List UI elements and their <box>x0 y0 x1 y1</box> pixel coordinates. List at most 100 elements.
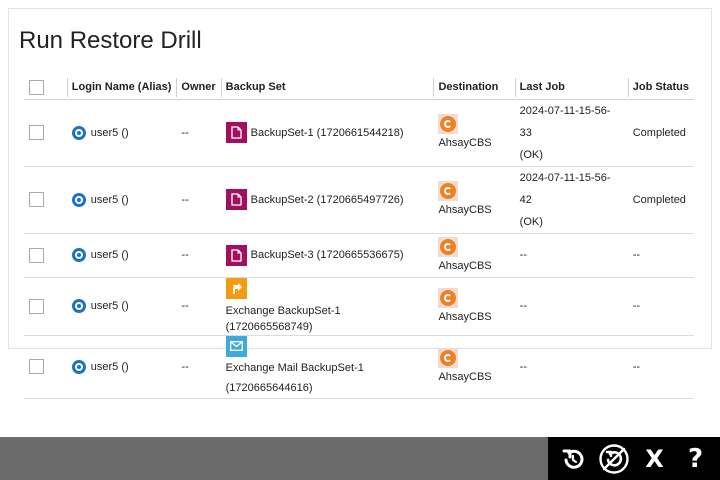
backup-set-cell: Exchange Mail BackupSet-1 (1720665644616… <box>220 335 434 399</box>
row-checkbox[interactable] <box>29 359 44 375</box>
login-name: user5 () <box>90 126 129 139</box>
job-status-cell: Completed <box>627 166 694 234</box>
table-row[interactable]: user5 () -- Exchange BackupSet-1 (172066… <box>24 277 694 336</box>
login-name: user5 () <box>90 300 129 312</box>
row-checkbox[interactable] <box>29 192 44 208</box>
user-icon <box>71 248 86 262</box>
row-checkbox[interactable] <box>29 125 44 141</box>
login-cell: user5 () <box>66 99 177 167</box>
destination-name: AhsayCBS <box>438 310 492 323</box>
row-checkbox[interactable] <box>29 247 44 263</box>
restore-button[interactable] <box>555 441 591 477</box>
backup-set-cell: BackupSet-1 (1720661544218) <box>220 99 434 167</box>
backup-set-cell: Exchange BackupSet-1 (1720665568749) <box>220 277 434 336</box>
restore-icon <box>562 449 583 469</box>
last-job-time: -- <box>519 249 527 261</box>
login-cell: user5 () <box>66 233 177 278</box>
last-job-cell: -- <box>514 277 628 336</box>
ahsaycbs-destination-icon <box>438 287 459 308</box>
close-button[interactable]: X <box>637 441 673 477</box>
last-job-result: (OK) <box>519 148 543 161</box>
last-job-cell: -- <box>514 335 628 399</box>
row-select-cell <box>24 335 67 399</box>
destination-cell: AhsayCBS <box>433 233 515 278</box>
header-backup-set[interactable]: Backup Set <box>220 76 434 100</box>
ahsaycbs-destination-icon <box>438 181 459 201</box>
page-title: Run Restore Drill <box>19 27 202 54</box>
user-icon <box>71 125 86 140</box>
backup-set-name: BackupSet-3 (1720665536675) <box>250 249 404 261</box>
restore-drill-icon <box>598 443 629 474</box>
user-icon <box>71 359 86 374</box>
owner-cell: -- <box>176 277 221 336</box>
destination-name: AhsayCBS <box>438 259 492 272</box>
header-last-job[interactable]: Last Job <box>514 76 628 100</box>
row-select-cell <box>24 277 67 336</box>
backup-set-name: Exchange BackupSet-1 (1720665568749) <box>225 304 341 333</box>
exchange-backup-icon <box>225 277 247 299</box>
row-select-cell <box>24 99 67 167</box>
login-cell: user5 () <box>66 335 177 399</box>
user-icon <box>71 299 86 313</box>
backup-set-cell: BackupSet-3 (1720665536675) <box>220 233 434 278</box>
destination-cell: AhsayCBS <box>433 99 515 167</box>
header-destination[interactable]: Destination <box>433 76 515 100</box>
file-backup-icon <box>225 189 247 210</box>
destination-name: AhsayCBS <box>438 137 492 149</box>
help-icon: ? <box>687 443 704 474</box>
header-owner[interactable]: Owner <box>176 76 221 100</box>
backup-set-table: Login Name (Alias) Owner Backup Set Dest… <box>24 76 694 399</box>
backup-set-cell: BackupSet-2 (1720665497726) <box>220 166 434 234</box>
destination-name: AhsayCBS <box>438 204 492 216</box>
login-cell: user5 () <box>66 166 177 234</box>
destination-name: AhsayCBS <box>438 371 492 384</box>
last-job-cell: 2024-07-11-15-56-33 (OK) <box>514 99 628 167</box>
user-icon <box>71 192 86 207</box>
last-job-time: 2024-07-11-15-56-33 <box>519 104 611 139</box>
row-select-cell <box>24 166 67 234</box>
table-header-row: Login Name (Alias) Owner Backup Set Dest… <box>24 76 694 100</box>
header-select-all <box>24 76 67 100</box>
job-status-cell: -- <box>627 233 694 278</box>
mail-backup-icon <box>225 335 247 357</box>
destination-cell: AhsayCBS <box>433 166 515 234</box>
help-button[interactable]: ? <box>678 441 714 477</box>
backup-set-name: BackupSet-2 (1720665497726) <box>250 193 404 206</box>
destination-cell: AhsayCBS <box>433 277 515 336</box>
table-row[interactable]: user5 () -- BackupSet-1 (1720661544218) … <box>24 99 694 167</box>
job-status-cell: -- <box>627 335 694 399</box>
job-status-cell: -- <box>627 277 694 336</box>
last-job-time: 2024-07-11-15-56-42 <box>519 171 611 206</box>
owner-cell: -- <box>176 99 221 167</box>
header-login-name[interactable]: Login Name (Alias) <box>66 76 177 100</box>
table-row[interactable]: user5 () -- BackupSet-3 (1720665536675) … <box>24 233 694 278</box>
last-job-time: -- <box>519 360 527 373</box>
last-job-time: -- <box>519 300 527 312</box>
file-backup-icon <box>225 122 247 143</box>
login-name: user5 () <box>90 193 129 206</box>
login-cell: user5 () <box>66 277 177 336</box>
destination-cell: AhsayCBS <box>433 335 515 399</box>
owner-cell: -- <box>176 233 221 278</box>
owner-cell: -- <box>176 335 221 399</box>
last-job-cell: -- <box>514 233 628 278</box>
owner-cell: -- <box>176 166 221 234</box>
close-icon: X <box>645 444 664 473</box>
ahsaycbs-destination-icon <box>438 114 459 134</box>
last-job-cell: 2024-07-11-15-56-42 (OK) <box>514 166 628 234</box>
select-all-checkbox[interactable] <box>29 79 44 95</box>
ahsaycbs-destination-icon <box>438 348 459 369</box>
action-toolbar: X ? <box>548 437 720 480</box>
run-restore-drill-button[interactable] <box>596 441 632 477</box>
login-name: user5 () <box>90 360 129 373</box>
header-job-status[interactable]: Job Status <box>627 76 694 100</box>
table-row[interactable]: user5 () -- Exchange Mail BackupSet-1 (1… <box>24 335 694 399</box>
job-status-cell: Completed <box>627 99 694 167</box>
backup-set-name-line1: Exchange Mail BackupSet-1 <box>225 362 364 374</box>
file-backup-icon <box>225 244 247 266</box>
backup-set-name: BackupSet-1 (1720661544218) <box>250 126 404 139</box>
row-select-cell <box>24 233 67 278</box>
table-row[interactable]: user5 () -- BackupSet-2 (1720665497726) … <box>24 166 694 234</box>
row-checkbox[interactable] <box>29 298 44 314</box>
backup-set-name-line2: (1720665644616) <box>225 382 313 394</box>
